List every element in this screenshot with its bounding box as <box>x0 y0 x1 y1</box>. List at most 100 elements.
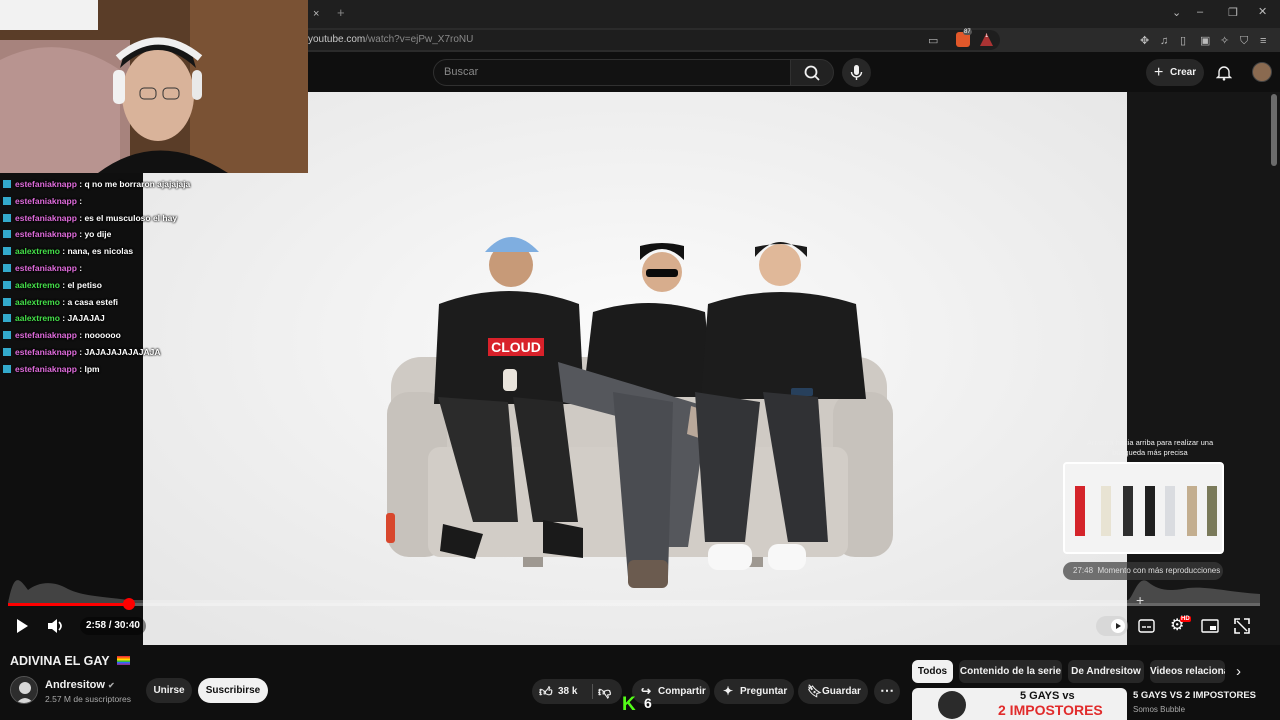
autoplay-icon <box>1111 619 1125 633</box>
media-icon[interactable]: ♫ <box>1160 34 1168 48</box>
seek-hint-text: Arrastra hacia arriba para realizar una … <box>1086 438 1214 457</box>
restore-button[interactable]: ❐ <box>1228 6 1238 20</box>
more-actions-button[interactable]: ⋯ <box>874 679 900 704</box>
chip-todos[interactable]: Todos <box>912 660 953 683</box>
bookmark-icon: 🔖︎ <box>807 684 823 698</box>
hd-badge: HD <box>1180 616 1191 622</box>
new-tab-button[interactable]: + <box>337 6 345 20</box>
time-separator: / <box>108 620 112 631</box>
kick-logo: K <box>622 694 636 715</box>
progress-scrubber[interactable] <box>123 598 135 610</box>
chat-username: aalextremo <box>15 279 60 290</box>
time-current: 2:58 <box>86 620 107 631</box>
chat-text: : lpm <box>79 363 100 374</box>
notifications-bell-icon[interactable] <box>1216 64 1232 81</box>
fullscreen-icon[interactable] <box>1234 618 1250 634</box>
share-label: Compartir <box>658 686 706 697</box>
chat-username: estefaniaknapp <box>15 229 77 240</box>
progress-track[interactable] <box>8 603 1260 606</box>
play-icon[interactable] <box>14 617 30 635</box>
save-button[interactable]: 🔖︎ Guardar <box>798 679 868 704</box>
create-label: Crear <box>1170 67 1197 78</box>
recommended-thumbnail[interactable]: 5 GAYS vs 2 IMPOSTORES <box>912 688 1127 720</box>
chat-badge-icon <box>3 263 11 272</box>
chat-message: estefaniaknapp : noooooo <box>0 327 200 344</box>
minimize-button[interactable]: – <box>1197 5 1203 19</box>
account-avatar[interactable] <box>1252 62 1272 82</box>
time-total: 30:40 <box>114 620 140 631</box>
search-button[interactable] <box>790 59 834 86</box>
leo-ai-icon[interactable]: ✧ <box>1220 34 1229 48</box>
vpn-shield-icon[interactable]: ⛉ <box>1240 34 1248 48</box>
channel-avatar[interactable] <box>10 676 38 704</box>
chat-text: : el petiso <box>62 279 102 290</box>
dislike-icon[interactable]: 👎︎ <box>598 679 611 704</box>
voice-search-button[interactable] <box>842 58 871 87</box>
wallet-icon[interactable]: ▣ <box>1200 34 1210 48</box>
ask-label: Preguntar <box>740 686 788 697</box>
chat-text: : JAJAJAJAJAJAJA <box>79 346 161 357</box>
chat-badge-icon <box>3 331 11 340</box>
miniplayer-icon[interactable] <box>1201 618 1219 634</box>
chat-badge-icon <box>3 347 11 356</box>
autoplay-toggle[interactable] <box>1096 616 1128 636</box>
seek-preview-thumbnail <box>1063 462 1224 554</box>
chat-text: : <box>79 195 83 206</box>
chat-message: estefaniaknapp : <box>0 260 200 277</box>
chat-username: estefaniaknapp <box>15 363 77 374</box>
chat-message: aalextremo : JAJAJAJ <box>0 310 200 327</box>
tab-close-icon[interactable]: × <box>313 7 319 21</box>
chat-message: aalextremo : el petiso <box>0 277 200 294</box>
extensions-icon[interactable]: ✥ <box>1140 34 1149 48</box>
verified-icon: ✔ <box>107 681 115 690</box>
kick-badge: K 6 <box>622 694 652 716</box>
tab-search-icon[interactable]: ⌄ <box>1172 6 1181 20</box>
settings-button[interactable]: ⚙ HD <box>1170 616 1192 635</box>
chip-series[interactable]: Contenido de la serie <box>959 660 1062 683</box>
chat-text: : nana, es nicolas <box>62 246 134 257</box>
url-field[interactable]: youtube.com/watch?v=ejPw_X7roNU <box>300 30 1000 50</box>
chip-related[interactable]: Videos relacionados <box>1150 660 1225 683</box>
chat-badge-icon <box>3 297 11 306</box>
channel-name[interactable]: Andresitow ✔ <box>45 679 115 691</box>
chat-message: estefaniaknapp : q no me borraron ajajaj… <box>0 176 200 193</box>
join-button[interactable]: Unirse <box>146 678 192 703</box>
chat-username: estefaniaknapp <box>15 346 77 357</box>
thumb-text-bottom: 2 IMPOSTORES <box>998 702 1103 718</box>
video-frame: CLOUD <box>143 92 1127 645</box>
like-icon[interactable]: 👍︎ <box>539 679 553 704</box>
sidebar-icon[interactable]: ▯ <box>1180 34 1186 48</box>
video-player[interactable]: CLOUD <box>143 92 1127 645</box>
subscribe-button[interactable]: Suscribirse <box>198 678 268 703</box>
chat-badge-icon <box>3 213 11 222</box>
progress-played <box>8 603 129 606</box>
brave-shield-icon[interactable]: 87 <box>956 29 972 47</box>
recommended-title[interactable]: 5 GAYS VS 2 IMPOSTORES <box>1133 690 1256 701</box>
chat-username: estefaniaknapp <box>15 195 77 206</box>
browser-menu-icon[interactable]: ≡ <box>1260 34 1266 48</box>
chat-text: : a casa estefi <box>62 296 119 307</box>
chat-badge-icon <box>3 314 11 323</box>
page-scrollbar[interactable] <box>1271 94 1277 166</box>
chip-channel[interactable]: De Andresitow <box>1068 660 1144 683</box>
chat-badge-icon <box>3 196 11 205</box>
chat-username: aalextremo <box>15 296 60 307</box>
volume-icon[interactable] <box>46 617 66 635</box>
more-icon: ⋯ <box>880 682 894 698</box>
hoodie-print: CLOUD <box>491 339 541 355</box>
subtitles-icon[interactable] <box>1138 618 1156 634</box>
recommended-channel[interactable]: Somos Bubble <box>1133 705 1185 714</box>
chips-next-arrow[interactable]: › <box>1236 663 1241 680</box>
chat-username: estefaniaknapp <box>15 212 77 223</box>
create-button[interactable]: + Crear <box>1146 59 1204 86</box>
ask-button[interactable]: ✦ Preguntar <box>714 679 794 704</box>
search-input[interactable]: Buscar <box>433 59 791 86</box>
window-close-button[interactable]: ✕ <box>1258 5 1267 19</box>
cast-icon[interactable]: ▭ <box>928 34 938 48</box>
chat-username: estefaniaknapp <box>15 262 77 273</box>
kick-count: 6 <box>644 695 652 711</box>
avatar-image <box>11 677 37 703</box>
video-title: ADIVINA EL GAY <box>10 654 130 668</box>
microphone-icon <box>850 65 863 80</box>
chat-text: : yo dije <box>79 229 112 240</box>
